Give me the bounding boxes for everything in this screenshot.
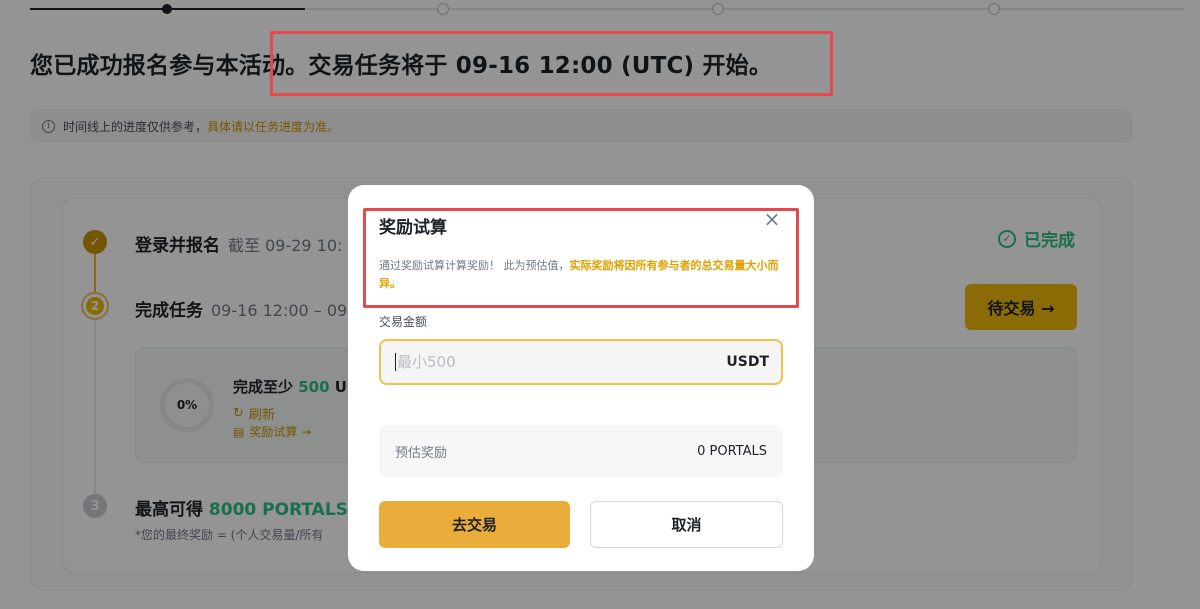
amount-label: 交易金额	[379, 315, 428, 329]
amount-unit: USDT	[726, 354, 769, 370]
estimated-reward-row: 预估奖励 0 PORTALS	[379, 425, 783, 478]
text-caret	[395, 353, 396, 371]
amount-input[interactable]	[397, 353, 727, 371]
annotation-highlight-box	[363, 208, 799, 308]
annotation-highlight-box	[270, 31, 833, 96]
cancel-button[interactable]: 取消	[590, 501, 783, 548]
amount-field[interactable]: USDT	[379, 339, 783, 385]
go-trade-button[interactable]: 去交易	[379, 501, 570, 548]
estimate-value: 0 PORTALS	[697, 444, 767, 459]
estimate-label: 预估奖励	[395, 446, 448, 461]
